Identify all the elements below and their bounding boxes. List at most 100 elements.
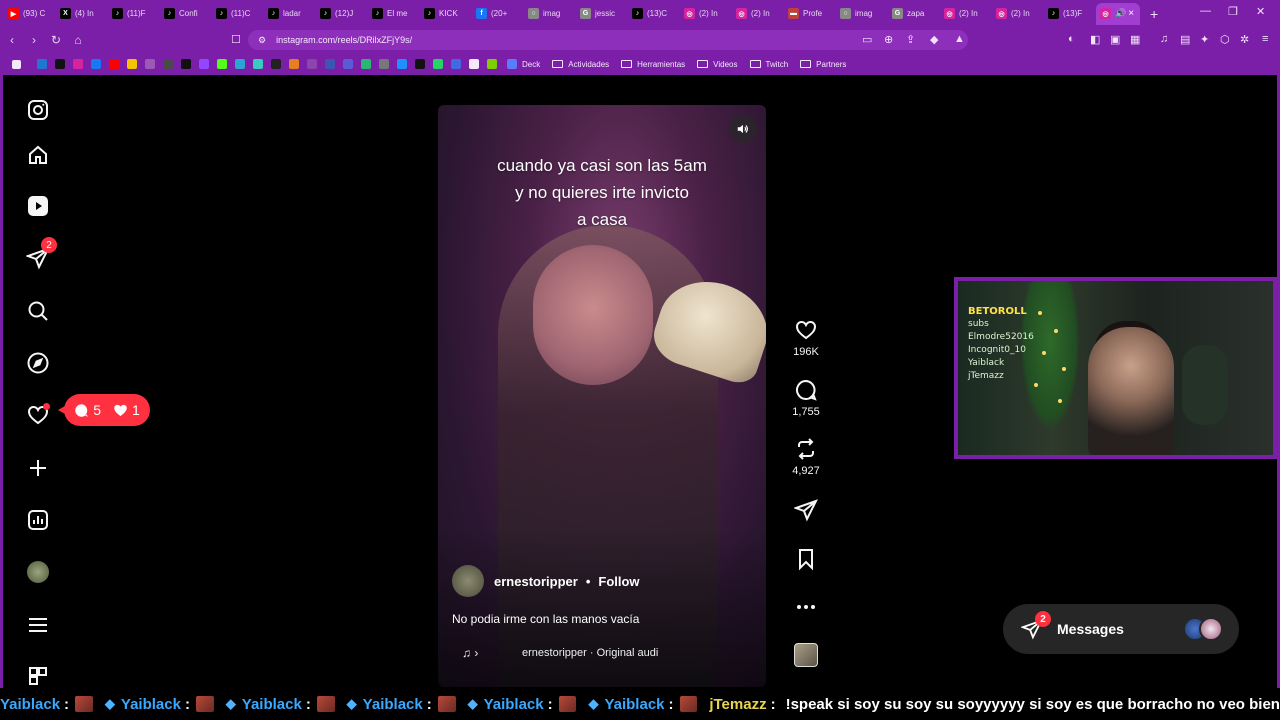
author-username[interactable]: ernestoripper bbox=[494, 574, 578, 589]
dashboard-icon[interactable] bbox=[25, 507, 51, 533]
browser-tab[interactable]: ○ imag bbox=[524, 3, 576, 25]
more-menu-icon[interactable] bbox=[25, 612, 51, 638]
browser-tab[interactable]: ◎ (2) In bbox=[680, 3, 732, 25]
browser-tab[interactable]: ♪ Confi bbox=[160, 3, 212, 25]
bookmark-icon[interactable] bbox=[55, 59, 65, 69]
bookmark-folder-videos[interactable]: Videos bbox=[697, 60, 738, 69]
home-nav-icon[interactable] bbox=[25, 142, 51, 168]
close-tab-icon[interactable]: × bbox=[1128, 8, 1134, 19]
browser-tab[interactable]: ◎ (2) In bbox=[732, 3, 784, 25]
share-button[interactable] bbox=[783, 498, 829, 526]
back-icon[interactable]: ‹ bbox=[2, 33, 22, 47]
browser-tab-active[interactable]: ◎ 🔊 × bbox=[1096, 2, 1140, 25]
browser-tab[interactable]: ♪ (13)F bbox=[1044, 3, 1096, 25]
comment-button[interactable]: 1,755 bbox=[783, 378, 829, 418]
audio-thumbnail[interactable] bbox=[794, 643, 818, 667]
rewards-icon[interactable]: ▲ bbox=[954, 33, 965, 45]
bookmark-folder-twitch[interactable]: Twitch bbox=[749, 60, 788, 69]
bookmark-icon[interactable] bbox=[91, 59, 101, 69]
reel-video[interactable]: cuando ya casi son las 5am y no quieres … bbox=[438, 105, 766, 687]
wallet-icon[interactable]: ▤ bbox=[1180, 33, 1190, 46]
browser-tab[interactable]: ♪ El me bbox=[368, 3, 420, 25]
search-icon[interactable] bbox=[25, 298, 51, 324]
explore-compass-icon[interactable] bbox=[25, 350, 51, 376]
bookmark-icon[interactable] bbox=[199, 59, 209, 69]
bookmark-icon[interactable] bbox=[397, 59, 407, 69]
bookmark-icon[interactable] bbox=[127, 59, 137, 69]
bookmark-icon[interactable] bbox=[235, 59, 245, 69]
browser-tab[interactable]: Gzapa bbox=[888, 3, 940, 25]
browser-tab[interactable]: ○ imag bbox=[836, 3, 888, 25]
vpn-icon[interactable]: ⬡ bbox=[1220, 33, 1230, 46]
browser-tab[interactable]: ♪ (11)C bbox=[212, 3, 264, 25]
more-options-button[interactable] bbox=[783, 595, 829, 623]
bookmark-icon[interactable] bbox=[343, 59, 353, 69]
new-tab-button[interactable]: + bbox=[1150, 6, 1158, 22]
repost-button[interactable]: 4,927 bbox=[783, 437, 829, 477]
minimize-icon[interactable]: — bbox=[1200, 5, 1211, 17]
messages-button[interactable]: 2 Messages bbox=[1003, 604, 1239, 654]
browser-tab[interactable]: ♪ KICK bbox=[420, 3, 472, 25]
bookmark-page-icon[interactable]: ☐ bbox=[231, 33, 241, 46]
browser-tab[interactable]: ▶ (93) C bbox=[4, 3, 56, 25]
bookmark-icon[interactable] bbox=[37, 59, 47, 69]
bookmark-icon[interactable] bbox=[109, 59, 119, 69]
bookmark-icon[interactable] bbox=[163, 59, 173, 69]
apps-icon[interactable] bbox=[12, 59, 21, 69]
bookmark-icon[interactable] bbox=[451, 59, 461, 69]
reload-icon[interactable]: ↻ bbox=[46, 33, 66, 47]
share-icon[interactable]: ⇪ bbox=[906, 33, 915, 46]
bookmark-icon[interactable] bbox=[379, 59, 389, 69]
leo-icon[interactable]: ✦ bbox=[1200, 33, 1209, 46]
bookmark-icon[interactable] bbox=[415, 59, 425, 69]
site-info-icon[interactable]: ⚙ bbox=[258, 35, 266, 46]
save-button[interactable] bbox=[783, 547, 829, 575]
browser-tab[interactable]: f (20+ bbox=[472, 3, 524, 25]
browser-tab[interactable]: X (4) In bbox=[56, 3, 108, 25]
home-icon[interactable]: ⌂ bbox=[68, 33, 88, 47]
create-plus-icon[interactable] bbox=[25, 455, 51, 481]
browser-tab[interactable]: ♪ (13)C bbox=[628, 3, 680, 25]
bookmark-icon[interactable] bbox=[361, 59, 371, 69]
bookmark-icon[interactable] bbox=[271, 59, 281, 69]
restore-icon[interactable]: ❐ bbox=[1228, 5, 1238, 18]
like-button[interactable]: 196K bbox=[783, 318, 829, 358]
bookmark-icon[interactable] bbox=[307, 59, 317, 69]
also-from-meta-icon[interactable] bbox=[25, 663, 51, 689]
notifications-heart-icon[interactable] bbox=[25, 402, 51, 428]
extension-icon[interactable]: ✲ bbox=[1240, 33, 1249, 46]
reel-caption[interactable]: No podia irme con las manos vacía bbox=[452, 612, 639, 626]
bookmark-icon[interactable] bbox=[181, 59, 191, 69]
forward-icon[interactable]: › bbox=[24, 33, 44, 47]
reels-nav-icon[interactable] bbox=[25, 193, 51, 219]
browser-tab[interactable]: ♪ (12)J bbox=[316, 3, 368, 25]
bookmark-deck[interactable]: Deck bbox=[507, 59, 540, 69]
extension-icon[interactable]: ▣ bbox=[1110, 33, 1120, 46]
direct-messages-icon[interactable]: 2 bbox=[25, 237, 57, 271]
extension-icon[interactable]: ▦ bbox=[1130, 33, 1140, 46]
bookmark-icon[interactable] bbox=[325, 59, 335, 69]
browser-tab[interactable]: ◎ (2) In bbox=[940, 3, 992, 25]
shield-icon[interactable]: ◆ bbox=[930, 33, 938, 46]
author-avatar[interactable] bbox=[452, 565, 484, 597]
bookmark-icon[interactable] bbox=[217, 59, 227, 69]
browser-tab[interactable]: ▬ Profe bbox=[784, 3, 836, 25]
activity-notification-pill[interactable]: 5 1 bbox=[58, 394, 150, 426]
bookmark-folder-actividades[interactable]: Actividades bbox=[552, 60, 609, 69]
volume-icon[interactable] bbox=[729, 115, 757, 143]
browser-tab[interactable]: ♪ (11)F bbox=[108, 3, 160, 25]
cast-icon[interactable]: ▭ bbox=[862, 33, 872, 46]
bookmark-icon[interactable] bbox=[433, 59, 443, 69]
bookmark-icon[interactable] bbox=[469, 59, 479, 69]
extension-icon[interactable]: ◧ bbox=[1090, 33, 1100, 46]
browser-tab[interactable]: ♪ ladar bbox=[264, 3, 316, 25]
bookmark-icon[interactable] bbox=[487, 59, 497, 69]
close-window-icon[interactable]: ✕ bbox=[1256, 5, 1265, 18]
url-field[interactable]: ⚙ instagram.com/reels/DRilxZFjY9s/ bbox=[248, 30, 968, 50]
menu-icon[interactable]: ≡ bbox=[1262, 33, 1268, 45]
bookmark-folder-herramientas[interactable]: Herramientas bbox=[621, 60, 685, 69]
follow-button[interactable]: Follow bbox=[598, 574, 639, 589]
bookmark-icon[interactable] bbox=[253, 59, 263, 69]
extension-icon[interactable]: ◐ bbox=[1068, 33, 1075, 45]
instagram-logo-icon[interactable] bbox=[25, 97, 51, 123]
